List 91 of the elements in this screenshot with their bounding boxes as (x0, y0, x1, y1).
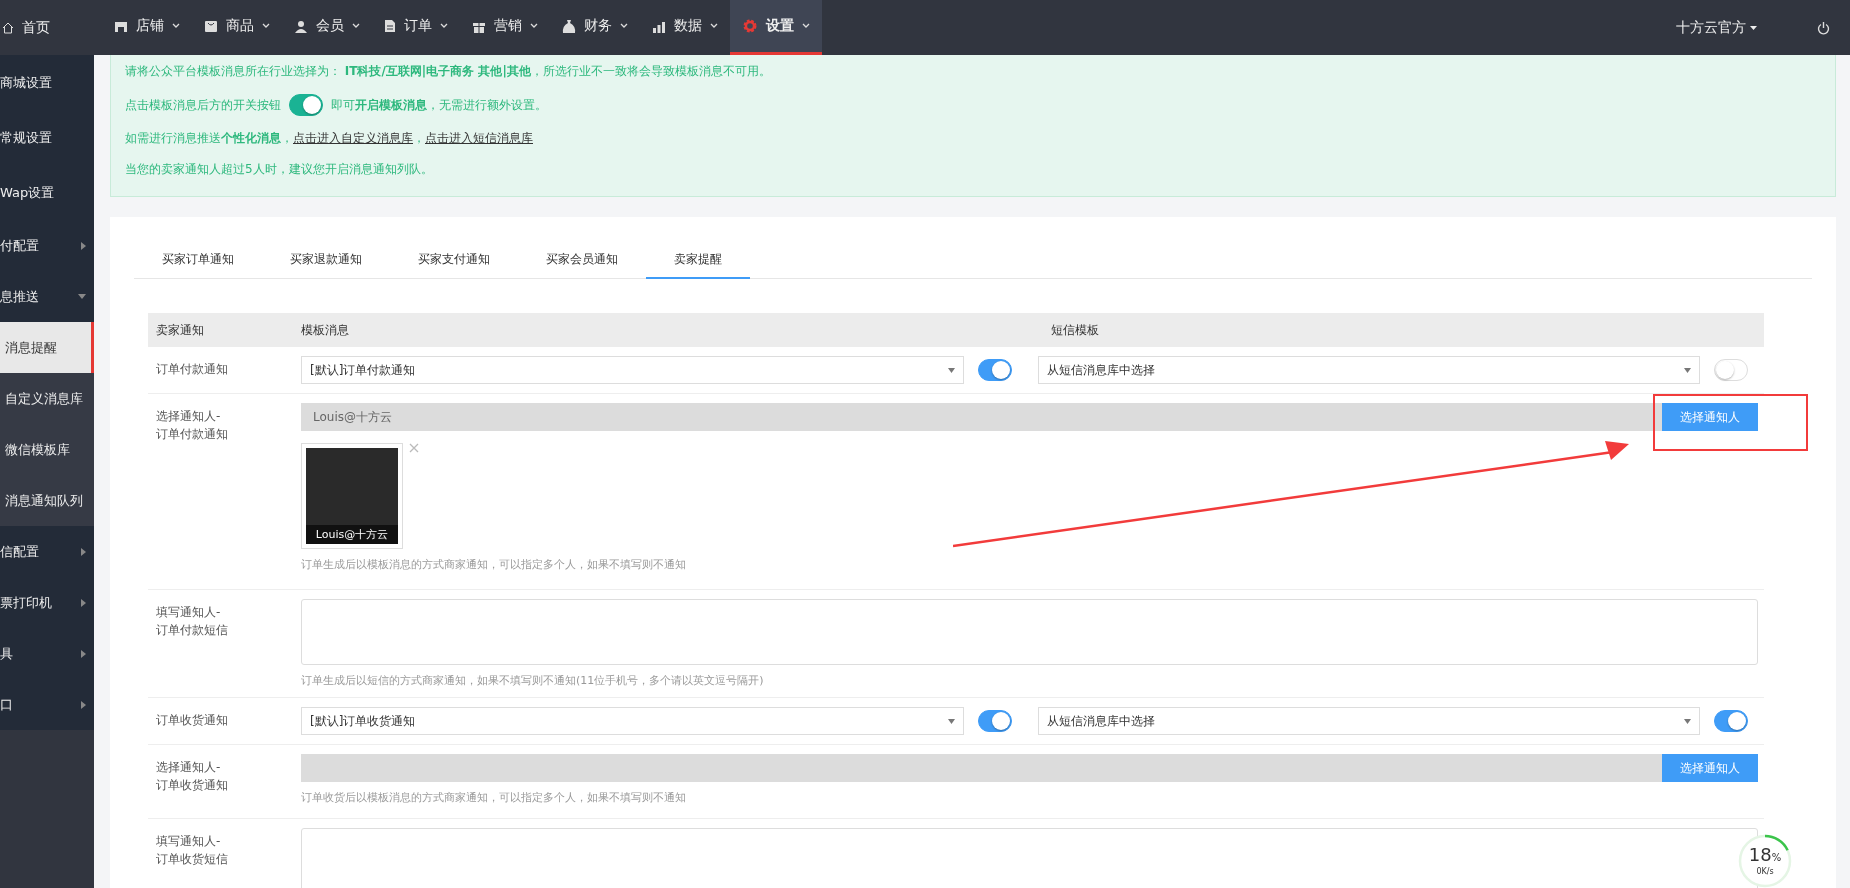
power-icon[interactable] (1817, 20, 1830, 35)
separator-text: ， (413, 130, 425, 147)
home-icon (2, 21, 14, 34)
sidebar-item[interactable]: 消息通知队列 (0, 475, 94, 526)
chevron-down-icon (440, 23, 448, 29)
sidebar-item[interactable]: 具 (0, 628, 94, 679)
sidebar-item[interactable]: 付配置 (0, 220, 94, 271)
column-header: 模板消息 (301, 321, 350, 339)
row-label: 选择通知人- 订单收货通知 (156, 759, 229, 794)
phone-input-field[interactable] (301, 599, 1758, 665)
nav-menu-item[interactable]: 会员 (282, 0, 372, 55)
notice-text: 点击模板消息后方的开关按钮 (125, 96, 281, 114)
row-label: 选择通知人- 订单付款通知 (156, 408, 229, 443)
nav-menu-item[interactable]: 数据 (640, 0, 730, 55)
chevron-down-icon (352, 23, 360, 29)
caret-right-icon (81, 700, 86, 709)
dropdown-caret-icon (1684, 367, 1691, 373)
dropdown-caret-icon (1684, 718, 1691, 724)
tab[interactable]: 买家会员通知 (518, 241, 646, 279)
notice-text: 即可开启模板消息，无需进行额外设置。 (331, 96, 547, 114)
percent-text: 18% (1748, 846, 1782, 867)
tab[interactable]: 买家支付通知 (390, 241, 518, 279)
nav-menu-item[interactable]: 营销 (460, 0, 550, 55)
row-label: 订单收货通知 (156, 712, 229, 729)
dropdown-caret-icon (947, 367, 955, 373)
nav-menu-item[interactable]: 设置 (730, 0, 822, 55)
caret-right-icon (81, 598, 86, 607)
bar-chart-icon (652, 19, 666, 33)
notice-text: 如需进行消息推送个性化消息， (125, 130, 293, 147)
hint-text: 订单收货后以模板消息的方式商家通知，可以指定多个人，如果不填写则不通知 (301, 790, 687, 805)
caret-right-icon (81, 241, 86, 250)
notice-link[interactable]: 点击进入自定义消息库 (293, 130, 413, 147)
column-header: 短信模板 (1051, 321, 1100, 339)
sidebar-item[interactable]: 自定义消息库 (0, 373, 94, 424)
chevron-down-icon (802, 23, 810, 29)
sms-select[interactable]: 从短信消息库中选择 (1037, 356, 1700, 384)
caret-down-icon (1750, 25, 1757, 30)
sidebar-item[interactable]: 息推送 (0, 271, 94, 322)
hint-text: 订单生成后以短信的方式商家通知，如果不填写则不通知(11位手机号，多个请以英文逗号隔开) (301, 673, 765, 688)
speed-text: 0K/s (1756, 867, 1774, 876)
toggle-switch[interactable] (977, 359, 1012, 381)
sidebar-item[interactable]: 商城设置 (0, 55, 94, 110)
chevron-down-icon (262, 23, 270, 29)
document-icon (384, 19, 396, 33)
user-icon (294, 19, 308, 33)
dropdown-caret-icon (947, 718, 955, 724)
settings-icon (742, 18, 758, 34)
close-icon[interactable] (409, 443, 419, 453)
toggle-switch[interactable] (977, 710, 1012, 732)
tab[interactable]: 买家退款通知 (262, 241, 390, 279)
sms-select[interactable]: 从短信消息库中选择 (1037, 707, 1700, 735)
chevron-down-icon (620, 23, 628, 29)
chevron-down-icon (530, 23, 538, 29)
notifier-value: Louis@十方云 (313, 408, 392, 426)
chevron-down-icon (710, 23, 718, 29)
row-label: 填写通知人- 订单付款短信 (156, 604, 229, 639)
caret-down-icon (78, 294, 86, 299)
sidebar-item[interactable]: 票打印机 (0, 577, 94, 628)
template-select[interactable]: [默认]订单收货通知 (301, 707, 964, 735)
nav-menu-item[interactable]: 订单 (372, 0, 460, 55)
caret-right-icon (81, 649, 86, 658)
toggle-switch[interactable] (289, 94, 323, 116)
column-header: 卖家通知 (156, 321, 205, 339)
notice-text: 当您的卖家通知人超过5人时，建议您开启消息通知列队。 (125, 161, 434, 178)
sidebar-item[interactable]: Wap设置 (0, 165, 94, 220)
store-icon (114, 19, 128, 33)
tab[interactable]: 买家订单通知 (134, 241, 262, 279)
notice-link[interactable]: 点击进入短信消息库 (425, 130, 533, 147)
sidebar-item[interactable]: 消息提醒 (0, 322, 94, 373)
row-label: 填写通知人- 订单收货短信 (156, 833, 229, 868)
nav-menu-item[interactable]: 商品 (192, 0, 282, 55)
notice-text: 请将公众平台模板消息所在行业选择为： IT科技/互联网|电子商务 其他|其他，所选行业不一致将会导致模板消息不可用。 (125, 63, 772, 80)
sidebar-item[interactable]: 口 (0, 679, 94, 730)
sidebar-item[interactable]: 常规设置 (0, 110, 94, 165)
toggle-switch[interactable] (1714, 710, 1748, 732)
chevron-down-icon (172, 23, 180, 29)
sidebar-item[interactable]: 微信模板库 (0, 424, 94, 475)
nav-menu-item[interactable]: 店铺 (102, 0, 192, 55)
template-select[interactable]: [默认]订单付款通知 (301, 356, 964, 384)
bag-icon (204, 19, 218, 33)
tab[interactable]: 卖家提醒 (646, 241, 750, 279)
home-link[interactable]: 首页 (0, 0, 102, 55)
hint-text: 订单生成后以模板消息的方式商家通知，可以指定多个人，如果不填写则不通知 (301, 557, 687, 572)
caret-right-icon (81, 547, 86, 556)
row-label: 订单付款通知 (156, 361, 229, 378)
money-bag-icon (562, 18, 576, 34)
user-menu[interactable]: 十方云官方 (1676, 18, 1757, 37)
contact-name: Louis@十方云 (306, 525, 398, 544)
sidebar-item[interactable]: 信配置 (0, 526, 94, 577)
nav-menu-item[interactable]: 财务 (550, 0, 640, 55)
notifier-field[interactable]: Louis@十方云 选择通知人 (301, 403, 1758, 431)
